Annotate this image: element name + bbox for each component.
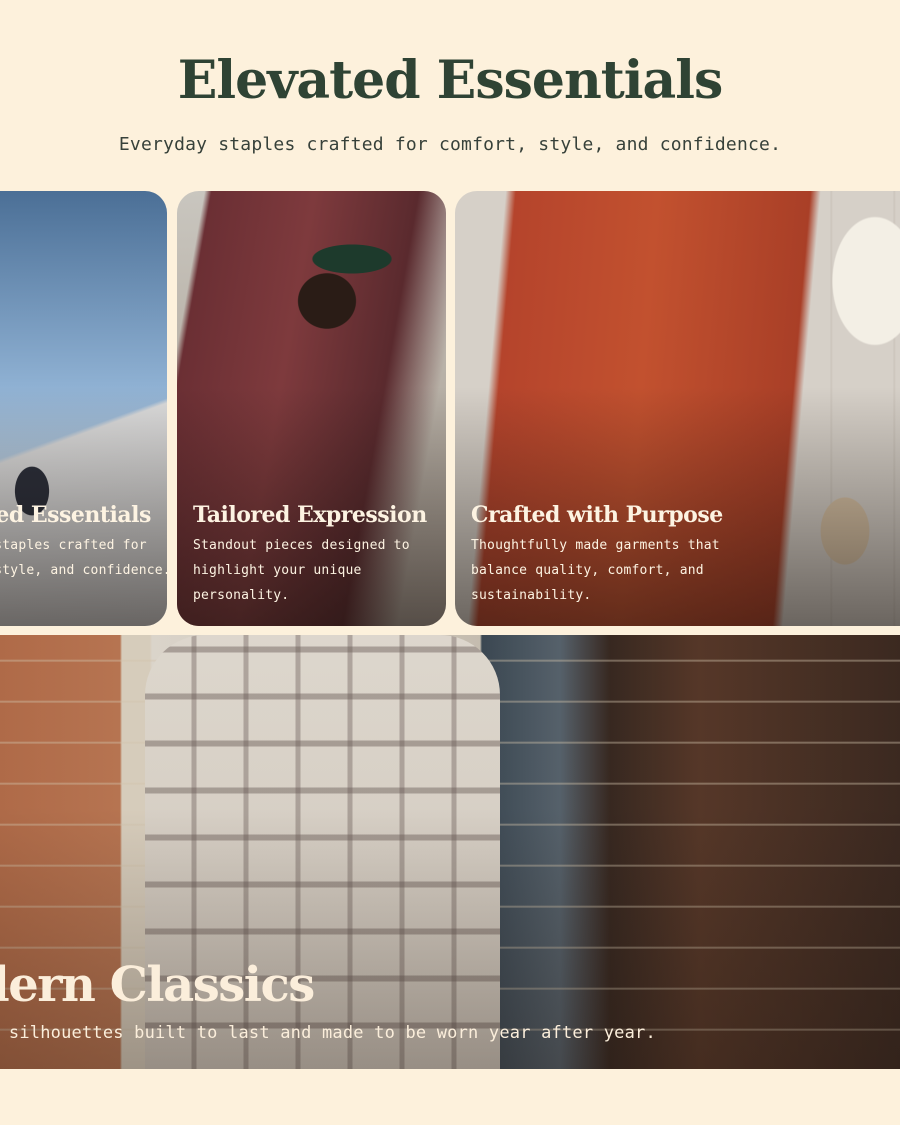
- hero-banner-modern-classics[interactable]: Modern Classics Timeless silhouettes bui…: [0, 635, 900, 1069]
- carousel-card-crafted-with-purpose[interactable]: Crafted with Purpose Thoughtfully made g…: [455, 191, 900, 626]
- carousel-card-tailored-expression[interactable]: Tailored Expression Standout pieces desi…: [177, 191, 446, 626]
- card-title: Tailored Expression: [193, 502, 427, 528]
- hero-description: Timeless silhouettes built to last and m…: [0, 1023, 656, 1043]
- carousel-card-elevated-essentials[interactable]: Elevated Essentials Everyday staples cra…: [0, 191, 167, 626]
- hero-title: Modern Classics: [0, 957, 315, 1013]
- card-description: Thoughtfully made garments that balance …: [471, 538, 720, 604]
- card-description: Standout pieces designed to highlight yo…: [193, 538, 410, 604]
- card-content: Elevated Essentials Everyday staples cra…: [0, 503, 167, 583]
- card-description: Everyday staples crafted for comfort, st…: [0, 538, 167, 579]
- page-title: Elevated Essentials: [177, 50, 724, 111]
- page-subtitle: Everyday staples crafted for comfort, st…: [118, 134, 782, 155]
- card-content: Tailored Expression Standout pieces desi…: [193, 503, 432, 608]
- card-title: Crafted with Purpose: [471, 502, 723, 528]
- card-title: Elevated Essentials: [0, 502, 151, 528]
- card-content: Crafted with Purpose Thoughtfully made g…: [471, 503, 900, 608]
